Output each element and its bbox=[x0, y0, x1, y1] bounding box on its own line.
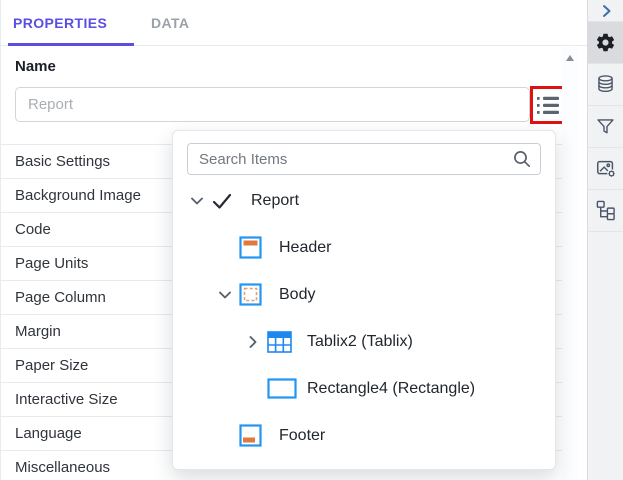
tree-node-header[interactable]: Header bbox=[173, 224, 555, 271]
tree-node-tablix2[interactable]: Tablix2 (Tablix) bbox=[173, 318, 555, 365]
tablix-icon bbox=[267, 330, 301, 353]
chevron-down-icon[interactable] bbox=[183, 192, 211, 210]
name-field-label: Name bbox=[15, 58, 56, 75]
toolbar-data-button[interactable] bbox=[588, 63, 623, 105]
funnel-icon bbox=[597, 119, 614, 134]
tree-node-label: Report bbox=[251, 191, 300, 209]
toolbar-image-settings-button[interactable] bbox=[588, 147, 623, 189]
tab-data[interactable]: DATA bbox=[151, 0, 189, 46]
tree-node-label: Rectangle4 (Rectangle) bbox=[307, 379, 476, 397]
tab-properties[interactable]: PROPERTIES bbox=[13, 0, 107, 46]
tree-node-label: Body bbox=[279, 285, 316, 303]
toolbar-structure-button[interactable] bbox=[588, 189, 623, 231]
tree-node-label: Footer bbox=[279, 426, 326, 444]
report-item-tree: Report Header Body Tablix2 (Tablix) Rect… bbox=[173, 177, 555, 459]
header-icon bbox=[239, 236, 273, 259]
tree-node-footer[interactable]: Footer bbox=[173, 412, 555, 459]
panel-scrollbar[interactable] bbox=[562, 47, 579, 480]
check-icon bbox=[211, 191, 245, 211]
tree-node-label: Header bbox=[279, 238, 332, 256]
scroll-up-arrow-icon[interactable] bbox=[566, 55, 574, 61]
right-toolbar bbox=[587, 0, 623, 480]
tree-node-rectangle4[interactable]: Rectangle4 (Rectangle) bbox=[173, 365, 555, 412]
image-gear-icon bbox=[596, 160, 616, 178]
panel-tabbar: PROPERTIES DATA bbox=[1, 0, 587, 46]
chevron-down-icon[interactable] bbox=[211, 286, 239, 304]
database-icon bbox=[598, 75, 613, 93]
list-icon bbox=[537, 96, 559, 114]
report-designer-properties-pane: PROPERTIES DATA Name Basic Settings Back… bbox=[0, 0, 623, 480]
body-icon bbox=[239, 283, 273, 306]
toolbar-filter-button[interactable] bbox=[588, 105, 623, 147]
tree-node-body[interactable]: Body bbox=[173, 271, 555, 318]
rectangle-icon bbox=[267, 378, 301, 399]
search-icon bbox=[514, 151, 531, 168]
search-items-field bbox=[187, 143, 541, 175]
active-tab-underline bbox=[8, 43, 134, 46]
search-items-input[interactable] bbox=[187, 143, 541, 175]
name-input[interactable] bbox=[15, 87, 530, 122]
item-list-dropdown: Report Header bbox=[172, 130, 556, 470]
gear-icon bbox=[596, 33, 615, 52]
toolbar-properties-button[interactable] bbox=[588, 21, 623, 63]
chevron-right-icon[interactable] bbox=[239, 333, 267, 351]
toolbar-divider bbox=[588, 231, 623, 232]
tree-node-report[interactable]: Report bbox=[173, 177, 555, 224]
tree-node-label: Tablix2 (Tablix) bbox=[307, 332, 413, 350]
collapse-panel-button[interactable] bbox=[588, 0, 623, 21]
chevron-right-icon bbox=[602, 4, 610, 17]
hierarchy-icon bbox=[596, 200, 615, 221]
footer-icon bbox=[239, 424, 273, 447]
